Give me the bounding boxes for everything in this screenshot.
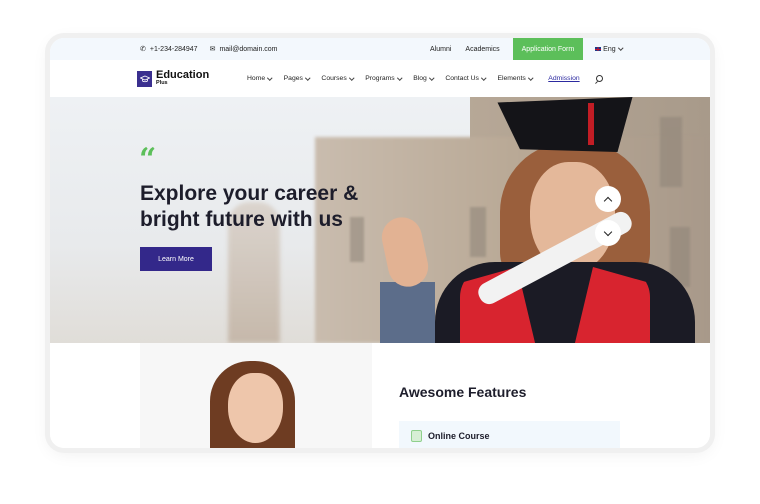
phone-contact[interactable]: ✆ +1-234-284947 xyxy=(140,45,198,54)
chevron-down-icon xyxy=(528,75,534,80)
email-contact[interactable]: ✉ mail@domain.com xyxy=(209,45,278,54)
email-address: mail@domain.com xyxy=(219,45,278,53)
phone-icon: ✆ xyxy=(140,46,146,53)
topbar-link-alumni[interactable]: Alumni xyxy=(430,46,451,53)
language-selector[interactable]: Eng xyxy=(595,45,623,53)
nav-label: Pages xyxy=(283,75,303,82)
graduation-cap-icon xyxy=(137,70,152,87)
nav-item-blog[interactable]: Blog xyxy=(413,75,435,82)
chevron-down-icon xyxy=(396,75,402,80)
language-label: Eng xyxy=(603,45,616,53)
nav-item-contact-us[interactable]: Contact Us xyxy=(445,75,487,82)
chevron-down-icon xyxy=(267,75,273,80)
hero-section: “ Explore your career & bright future wi… xyxy=(50,97,710,343)
chevron-down-icon xyxy=(429,75,435,80)
student-photo xyxy=(140,343,372,448)
computer-icon xyxy=(411,430,422,442)
slider-next-button[interactable] xyxy=(595,220,621,246)
nav-label: Home xyxy=(247,75,266,82)
window xyxy=(470,207,486,257)
chevron-down-icon xyxy=(305,75,311,80)
topbar-link-academics[interactable]: Academics xyxy=(465,46,499,53)
slider-prev-button[interactable] xyxy=(595,186,621,212)
chevron-down-icon xyxy=(617,45,623,51)
nav-item-home[interactable]: Home xyxy=(247,75,273,82)
nav-label: Contact Us xyxy=(445,75,479,82)
window xyxy=(660,117,682,187)
main-navigation: Education Plus Home Pages Courses Progra… xyxy=(50,60,710,97)
features-title: Awesome Features xyxy=(399,384,527,400)
graduate-sleeve xyxy=(380,282,435,343)
chevron-down-icon xyxy=(603,227,613,236)
feature-card-online-course[interactable]: Online Course xyxy=(399,421,620,448)
learn-more-button[interactable]: Learn More xyxy=(140,247,212,271)
phone-number: +1-234-284947 xyxy=(149,45,198,53)
nav-item-pages[interactable]: Pages xyxy=(283,75,311,82)
nav-item-courses[interactable]: Courses xyxy=(321,75,354,82)
nav-label: Elements xyxy=(497,75,526,82)
student-face xyxy=(228,373,283,443)
browser-frame: ✆ +1-234-284947 ✉ mail@domain.com Alumni… xyxy=(50,38,710,448)
admission-link[interactable]: Admission xyxy=(548,75,579,82)
feature-label: Online Course xyxy=(428,431,490,441)
top-bar: ✆ +1-234-284947 ✉ mail@domain.com Alumni… xyxy=(50,38,710,60)
application-form-button[interactable]: Application Form xyxy=(512,38,584,60)
search-icon[interactable] xyxy=(595,75,603,82)
hero-headline: Explore your career & bright future with… xyxy=(140,182,359,231)
features-section: Awesome Features Online Course xyxy=(50,343,710,448)
brand-subtitle: Plus xyxy=(156,80,168,86)
chevron-up-icon xyxy=(603,196,613,205)
logo[interactable]: Education Plus xyxy=(137,70,209,87)
nav-label: Courses xyxy=(321,75,347,82)
nav-item-elements[interactable]: Elements xyxy=(497,75,534,82)
brand-name: Education xyxy=(156,69,210,81)
chevron-down-icon xyxy=(349,75,354,80)
quote-icon: “ xyxy=(139,142,157,177)
uk-flag-icon xyxy=(595,47,602,51)
nav-item-programs[interactable]: Programs xyxy=(365,75,402,82)
mail-icon: ✉ xyxy=(209,46,216,53)
chevron-down-icon xyxy=(481,75,487,80)
cap-tassel xyxy=(588,103,594,145)
nav-label: Blog xyxy=(413,75,427,82)
nav-label: Programs xyxy=(365,75,395,82)
